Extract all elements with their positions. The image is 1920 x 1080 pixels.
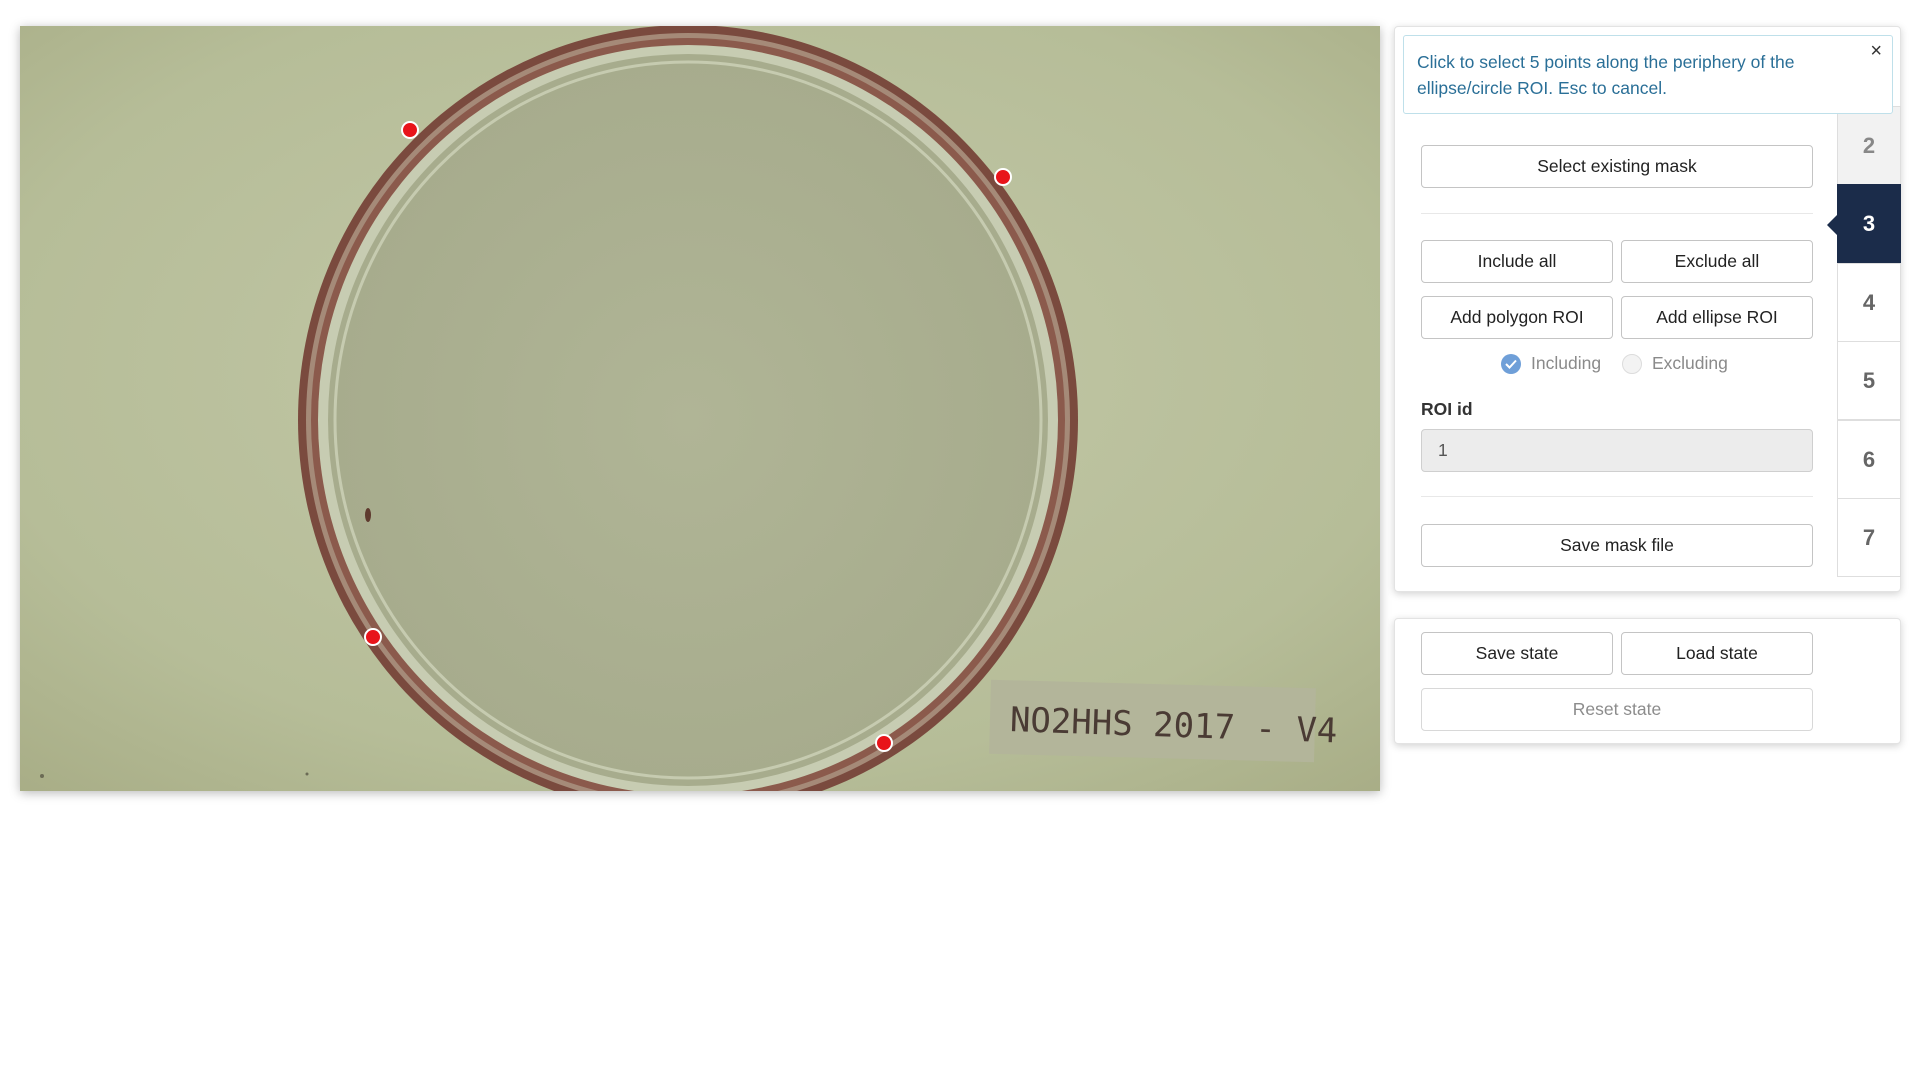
divider <box>1421 213 1813 214</box>
reset-state-button[interactable]: Reset state <box>1421 688 1813 731</box>
control-point[interactable] <box>401 121 419 139</box>
excluding-label: Excluding <box>1652 353 1728 373</box>
excluding-radio[interactable]: Excluding <box>1622 353 1728 374</box>
tab-step-4[interactable]: 4 <box>1837 263 1901 342</box>
include-all-button[interactable]: Include all <box>1421 240 1613 283</box>
exclude-all-button[interactable]: Exclude all <box>1621 240 1813 283</box>
add-polygon-roi-button[interactable]: Add polygon ROI <box>1421 296 1613 339</box>
sample-label: NO2HHS 2017 - V4 <box>989 679 1338 763</box>
tab-step-6[interactable]: 6 <box>1837 420 1901 499</box>
tab-step-5[interactable]: 5 <box>1837 341 1901 420</box>
control-point[interactable] <box>364 628 382 646</box>
select-existing-mask-button[interactable]: Select existing mask <box>1421 145 1813 188</box>
image-viewer[interactable]: NO2HHS 2017 - V4 <box>20 26 1380 791</box>
dust-speck <box>40 774 44 778</box>
save-mask-file-button[interactable]: Save mask file <box>1421 524 1813 567</box>
dust-speck <box>305 772 309 776</box>
tab-step-7[interactable]: 7 <box>1837 498 1901 577</box>
add-ellipse-roi-button[interactable]: Add ellipse ROI <box>1621 296 1813 339</box>
load-state-button[interactable]: Load state <box>1621 632 1813 675</box>
divider <box>1421 496 1813 497</box>
including-label: Including <box>1531 353 1602 373</box>
control-point[interactable] <box>994 168 1012 186</box>
radio-unchecked-icon <box>1622 353 1642 374</box>
tab-step-2[interactable]: 2 <box>1837 106 1901 185</box>
roi-id-field[interactable] <box>1421 429 1813 472</box>
instruction-alert: Click to select 5 points along the perip… <box>1403 35 1893 114</box>
control-point[interactable] <box>875 734 893 752</box>
including-radio[interactable]: Including <box>1501 353 1601 374</box>
mask-tools-panel: Click to select 5 points along the perip… <box>1394 26 1901 592</box>
close-icon[interactable]: × <box>1870 41 1882 61</box>
radio-checked-icon <box>1501 353 1521 374</box>
dish-agar <box>328 54 1048 786</box>
state-panel: Save state Load state Reset state <box>1394 618 1901 744</box>
tab-step-3[interactable]: 3 <box>1827 184 1901 263</box>
alert-message: Click to select 5 points along the perip… <box>1417 52 1795 98</box>
petri-dish-image[interactable]: NO2HHS 2017 - V4 <box>20 26 1380 791</box>
specimen-speck <box>365 508 371 522</box>
roi-id-label: ROI id <box>1421 399 1473 419</box>
save-state-button[interactable]: Save state <box>1421 632 1613 675</box>
